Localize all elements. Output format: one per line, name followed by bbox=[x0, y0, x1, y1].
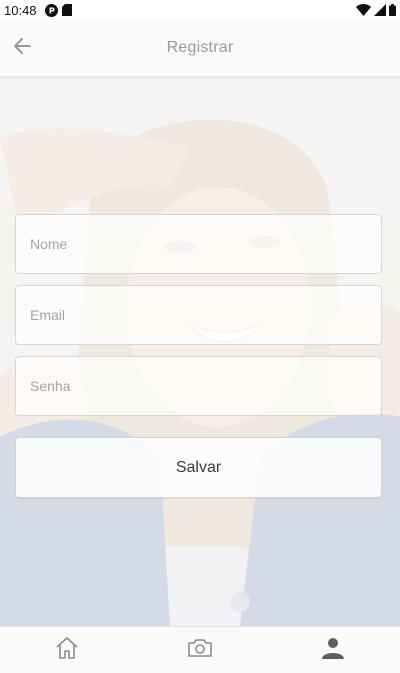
person-icon bbox=[321, 636, 345, 665]
page-title: Registrar bbox=[166, 39, 234, 56]
nav-item-home[interactable] bbox=[0, 627, 133, 673]
email-input[interactable] bbox=[16, 286, 381, 344]
app-bar: Registrar bbox=[0, 20, 400, 77]
background-overlay bbox=[0, 77, 400, 626]
bottom-nav bbox=[0, 626, 400, 673]
arrow-back-icon bbox=[12, 36, 32, 61]
name-input[interactable] bbox=[16, 215, 381, 273]
status-left-icons bbox=[44, 3, 72, 17]
nav-item-camera[interactable] bbox=[133, 627, 266, 673]
status-right-icons bbox=[356, 4, 396, 16]
battery-icon bbox=[389, 4, 396, 16]
app-notification-icon bbox=[44, 3, 58, 17]
password-input[interactable] bbox=[16, 357, 381, 415]
password-field[interactable] bbox=[15, 356, 382, 416]
save-button[interactable]: Salvar bbox=[15, 437, 382, 498]
back-button[interactable] bbox=[8, 34, 36, 62]
name-field[interactable] bbox=[15, 214, 382, 274]
cellular-signal-icon bbox=[374, 4, 386, 16]
nav-item-profile[interactable] bbox=[267, 627, 400, 673]
background-photo bbox=[0, 77, 400, 626]
status-bar: 10:48 bbox=[0, 0, 400, 20]
wifi-icon bbox=[356, 4, 371, 16]
camera-icon bbox=[187, 637, 213, 664]
save-button-label: Salvar bbox=[175, 458, 222, 476]
sd-card-icon bbox=[61, 4, 72, 16]
status-time: 10:48 bbox=[4, 2, 37, 18]
email-field[interactable] bbox=[15, 285, 382, 345]
home-icon bbox=[54, 635, 80, 666]
